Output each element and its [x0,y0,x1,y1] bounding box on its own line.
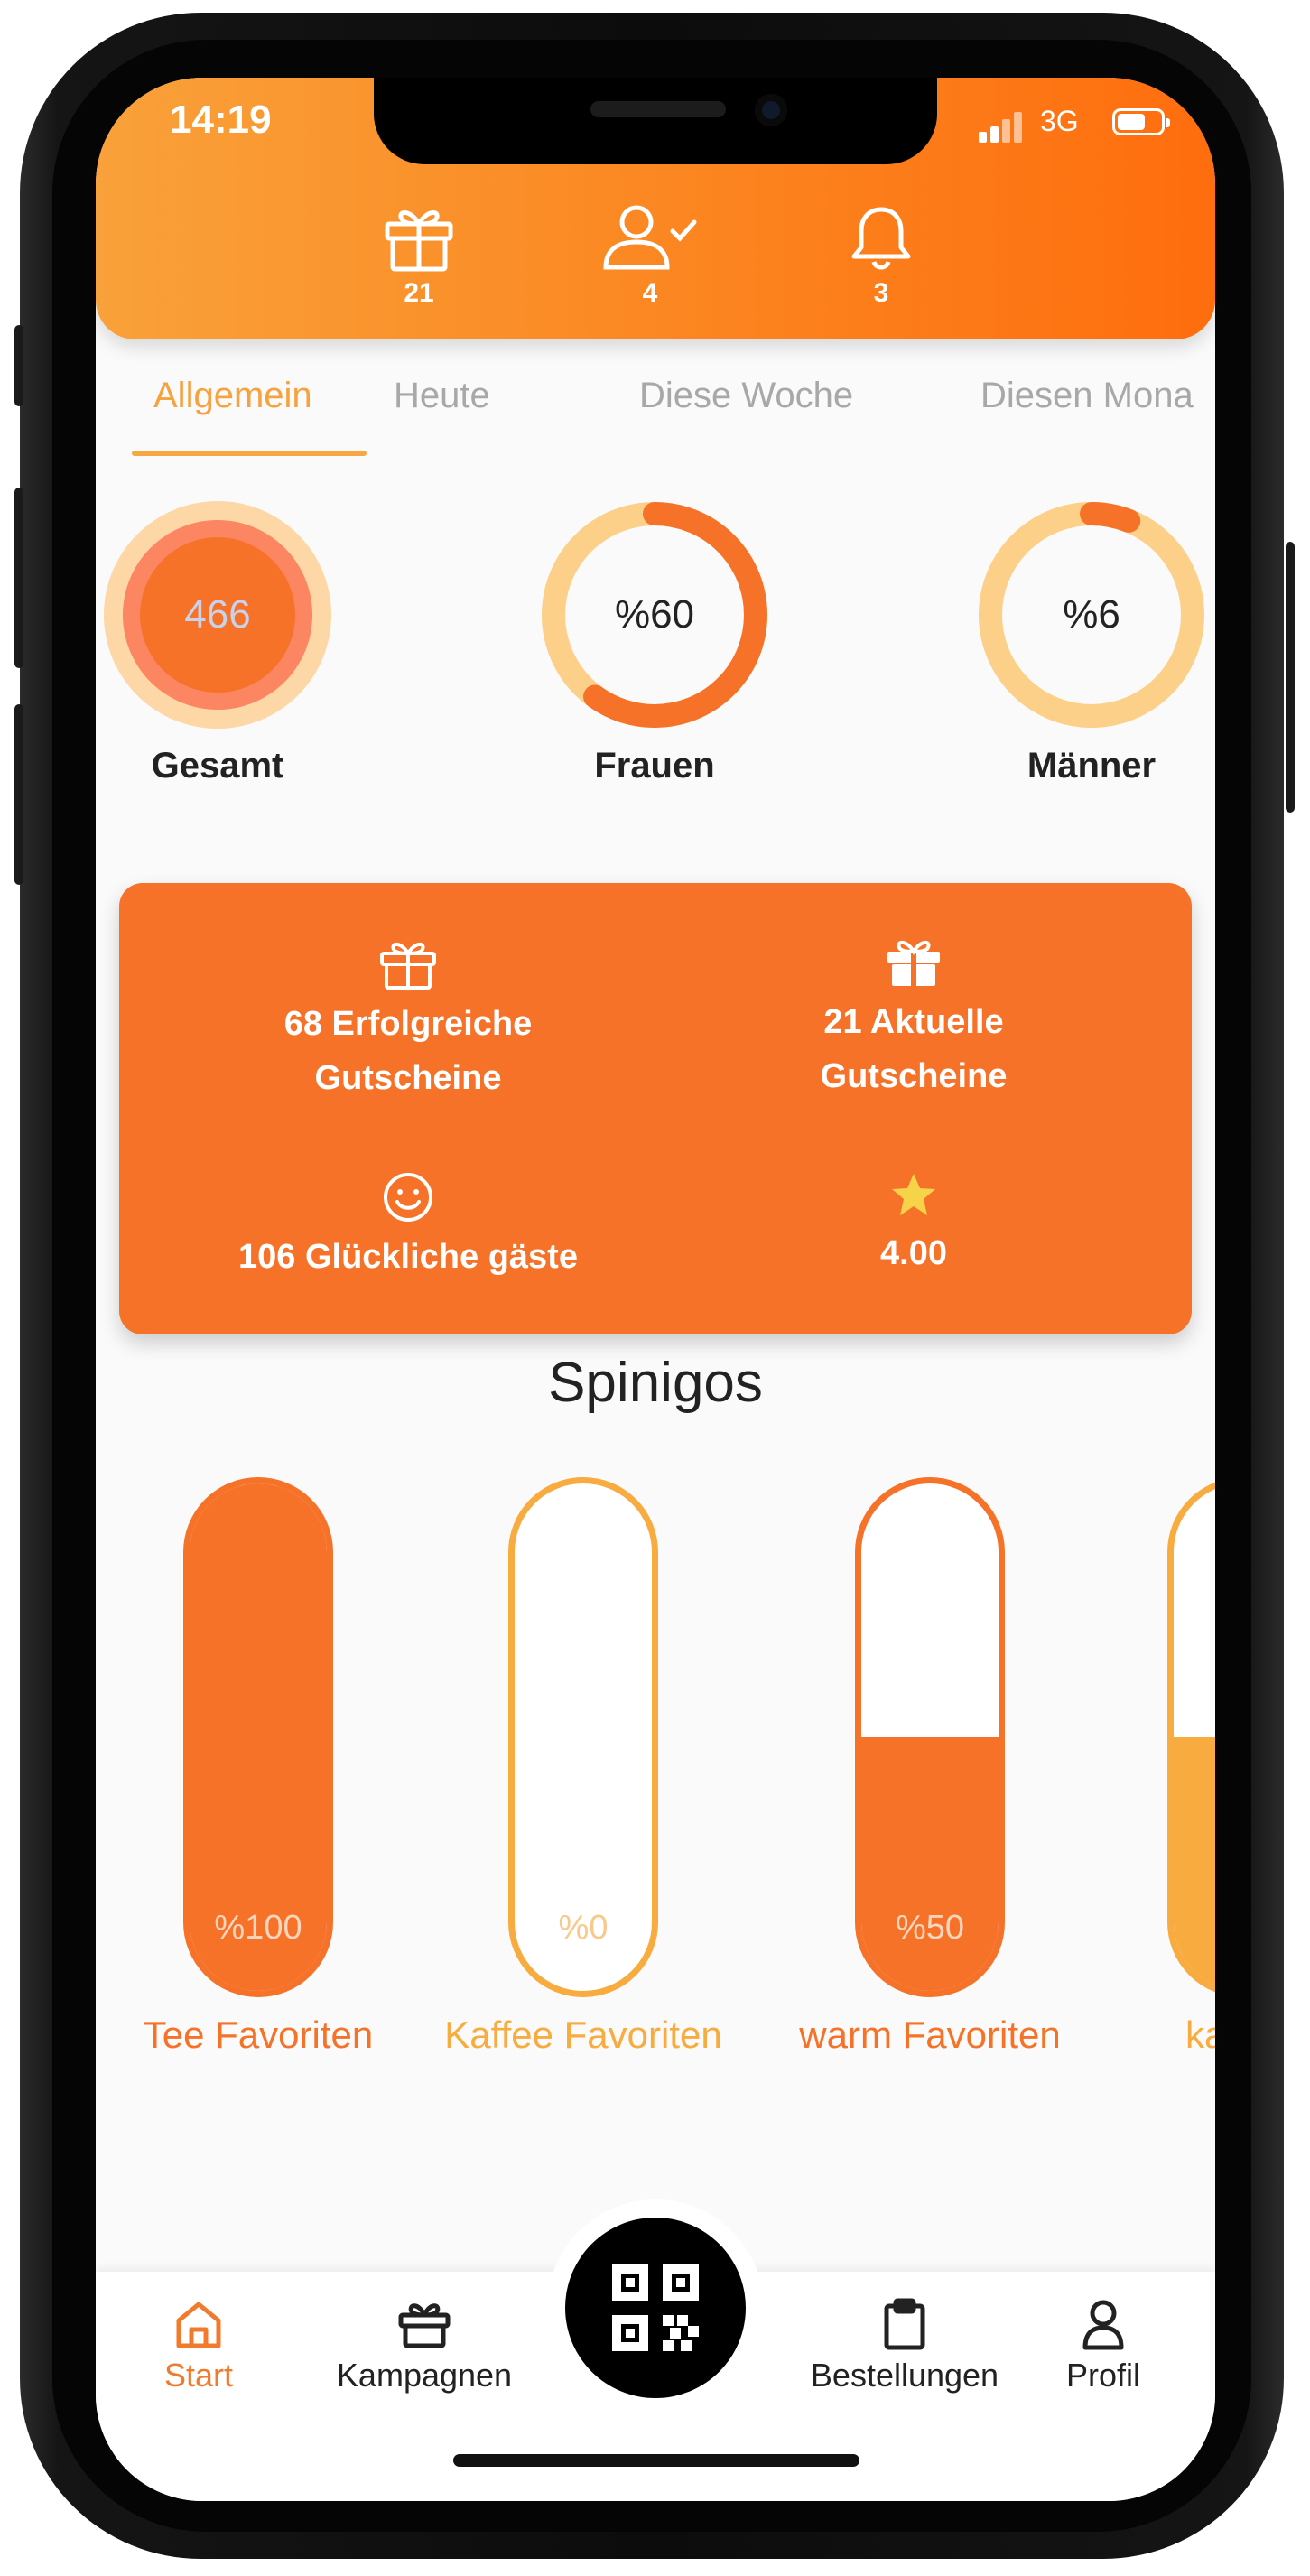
gift-outline-icon [380,942,436,990]
smiley-icon [384,1173,432,1222]
qr-scan-button[interactable] [565,2218,746,2398]
successful-vouchers: 68 Erfolgreiche Gutscheine [155,937,661,1105]
men-value: %6 [1063,592,1120,637]
summary-card: 68 Erfolgreiche Gutscheine 21 Aktuelle G… [119,883,1192,1334]
women-label: Frauen [594,746,715,786]
spinigo-bar: %100 [183,1477,333,1997]
happy-guests: 106 Glückliche gäste [155,1170,661,1284]
spinigo-label: kalt Fa [1185,2013,1215,2056]
notifications-count: 3 [873,278,889,308]
speaker [590,101,726,117]
header-notifications-button[interactable]: 3 [818,204,944,309]
spinigo-percent: % [1174,1909,1215,1948]
tab-diesen-monat[interactable]: Diesen Mona [980,376,1194,416]
spinigos-title: Spinigos [548,1352,763,1414]
women-value: %60 [614,592,695,637]
star-icon [892,1174,935,1215]
home-indicator [453,2454,859,2467]
spinigo-bar: % [1167,1477,1215,1997]
current-vouchers-text: 21 Aktuelle Gutscheine [820,1003,1008,1095]
nav-profile[interactable]: Profil [1013,2297,1194,2395]
front-camera [755,94,787,126]
spinigo-warm[interactable]: %50 warm Favoriten [767,1477,1092,2057]
nav-campaigns-label: Kampagnen [336,2357,513,2394]
rating-value: 4.00 [880,1234,947,1272]
user-check-icon [603,205,697,270]
happy-guests-text: 106 Glückliche gäste [238,1238,578,1276]
header-gifts-button[interactable]: 21 [356,204,482,309]
gift-count: 21 [404,278,434,308]
tab-allgemein[interactable]: Allgemein [153,376,312,416]
volume-up-button [14,488,23,668]
screen: 14:19 3G 21 4 3 Allgemein Heute Diese Wo… [96,78,1215,2501]
qr-code-icon [612,2264,699,2351]
tab-diese-woche[interactable]: Diese Woche [639,376,853,416]
tab-heute[interactable]: Heute [394,376,490,416]
total-label: Gesamt [151,746,284,786]
gift-filled-icon [887,940,940,986]
device-notch [374,78,937,164]
successful-vouchers-text: 68 Erfolgreiche Gutscheine [283,1005,533,1097]
spinigo-kaffee[interactable]: %0 Kaffee Favoriten [421,1477,746,2057]
clipboard-icon [884,2298,925,2350]
men-label: Männer [1027,746,1157,786]
gift-icon [385,210,453,272]
spinigo-bar: %0 [508,1477,658,1997]
spinigo-label: Kaffee Favoriten [444,2013,722,2056]
spinigo-bar-fill [861,1737,999,1991]
stat-men: %6 Männer [970,493,1213,786]
period-tabs: Allgemein Heute Diese Woche Diesen Mona [96,376,1215,466]
network-type: 3G [1040,105,1079,137]
total-value: 466 [184,592,251,637]
rating: 4.00 [661,1170,1166,1280]
status-time: 14:19 [170,98,272,142]
nav-start[interactable]: Start [108,2297,289,2395]
bell-icon [851,207,911,270]
spinigo-bar: %50 [855,1477,1005,1997]
volume-down-button [14,704,23,885]
header-users-button[interactable]: 4 [587,204,713,309]
current-vouchers: 21 Aktuelle Gutscheine [661,935,1166,1103]
stat-total: 466 Gesamt [96,493,339,786]
gift-box-icon [398,2303,451,2348]
spinigo-kalt[interactable]: % kalt Fa [1080,1477,1215,2057]
battery-icon [1112,108,1170,135]
spinigo-bar-fill [1174,1737,1215,1991]
spinigo-percent: %0 [558,1909,609,1947]
home-icon [176,2302,221,2348]
nav-orders-label: Bestellungen [810,2357,999,2394]
active-tab-indicator [132,451,367,456]
mute-switch [14,325,23,406]
nav-profile-label: Profil [1065,2357,1141,2394]
spinigo-label: warm Favoriten [799,2013,1061,2056]
stat-women: %60 Frauen [533,493,776,786]
user-icon [1082,2300,1124,2350]
nav-orders[interactable]: Bestellungen [796,2297,1013,2395]
spinigo-label: Tee Favoriten [143,2013,374,2056]
spinigo-tee[interactable]: %100 Tee Favoriten [96,1477,421,2057]
nav-campaigns[interactable]: Kampagnen [334,2297,515,2395]
nav-start-label: Start [163,2357,234,2394]
spinigo-percent: %100 [214,1909,302,1947]
users-count: 4 [642,278,658,308]
power-button [1286,542,1295,813]
spinigo-percent: %50 [895,1909,965,1947]
signal-icon [979,110,1033,143]
